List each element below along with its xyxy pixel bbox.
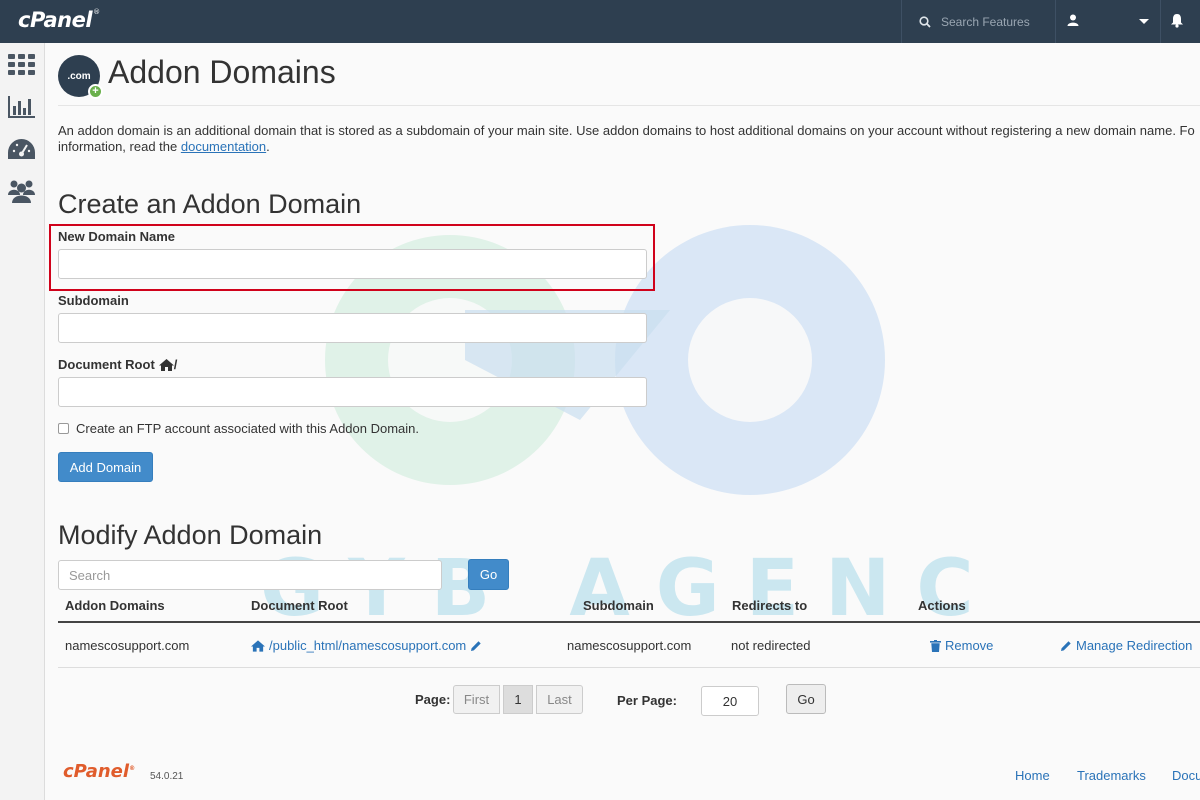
plus-icon: + [88,84,103,99]
search-icon [919,15,931,28]
page-description: An addon domain is an additional domain … [58,123,1195,154]
table-header: Addon Domains Document Root Subdomain Re… [58,598,1200,623]
footer-cpanel-logo: cPanel® [63,761,136,782]
manage-redirection-button[interactable]: Manage Redirection [1060,638,1192,653]
subdomain-input[interactable] [58,313,647,343]
create-section-heading: Create an Addon Domain [58,189,362,219]
addon-domain-cell: namescosupport.com [65,638,190,653]
main-content: .com + Addon Domains An addon domain is … [49,43,1200,800]
divider [1160,0,1161,43]
new-domain-input[interactable] [58,249,647,279]
page-title: Addon Domains [108,54,336,90]
addon-domain-icon: .com + [58,55,103,99]
page-label: Page: [415,692,451,707]
redirects-cell: not redirected [731,638,811,653]
sidebar [0,43,45,800]
top-bar: cPanel® Search Features [0,0,1200,43]
search-features-input[interactable]: Search Features [902,0,1055,43]
stats-icon[interactable] [8,96,35,118]
user-menu[interactable] [1056,0,1160,43]
footer-link-home[interactable]: Home [1015,768,1050,783]
table-row: namescosupport.com /public_html/namescos… [58,623,1200,668]
trash-icon [930,639,941,652]
current-page-button[interactable]: 1 [503,685,533,714]
modify-section-heading: Modify Addon Domain [58,520,323,550]
search-features-placeholder: Search Features [941,14,1030,29]
add-domain-button[interactable]: Add Domain [58,452,153,482]
last-page-button[interactable]: Last [536,685,583,714]
per-page-go-button[interactable]: Go [786,684,826,714]
ftp-account-option: Create an FTP account associated with th… [58,421,419,436]
document-root-input[interactable] [58,377,647,407]
subdomain-label: Subdomain [58,293,129,308]
version-label: 54.0.21 [150,771,184,782]
ftp-account-checkbox[interactable] [58,423,69,434]
pencil-icon[interactable] [470,640,482,652]
footer-link-trademarks[interactable]: Trademarks [1077,768,1146,783]
column-subdomain[interactable]: Subdomain [583,598,654,613]
column-redirects-to[interactable]: Redirects to [732,598,807,613]
subdomain-cell: namescosupport.com [567,638,692,653]
column-actions: Actions [918,598,966,613]
documentation-link[interactable]: documentation [181,139,266,154]
search-go-button[interactable]: Go [468,559,509,590]
dashboard-icon[interactable] [8,139,35,161]
cpanel-logo[interactable]: cPanel® [18,8,100,32]
chevron-down-icon [1139,19,1149,24]
column-addon-domains[interactable]: Addon Domains [65,598,165,613]
document-root-cell[interactable]: /public_html/namescosupport.com [251,638,482,653]
footer-link-documentation[interactable]: Docu [1172,768,1200,783]
document-root-label: Document Root / [58,357,178,372]
divider [58,105,1200,106]
pencil-icon [1061,640,1071,651]
search-input[interactable]: Search [58,560,442,590]
column-document-root[interactable]: Document Root [251,598,348,613]
users-icon[interactable] [8,179,35,203]
grid-icon[interactable] [8,54,35,75]
per-page-label: Per Page: [617,693,677,708]
home-icon [158,358,174,371]
ftp-account-label: Create an FTP account associated with th… [76,421,420,436]
remove-button[interactable]: Remove [930,638,993,653]
new-domain-label: New Domain Name [58,229,176,244]
first-page-button[interactable]: First [453,685,500,714]
per-page-input[interactable]: 20 [701,686,759,716]
home-icon [251,639,265,652]
bell-icon[interactable] [1170,13,1184,28]
user-icon [1067,14,1079,26]
